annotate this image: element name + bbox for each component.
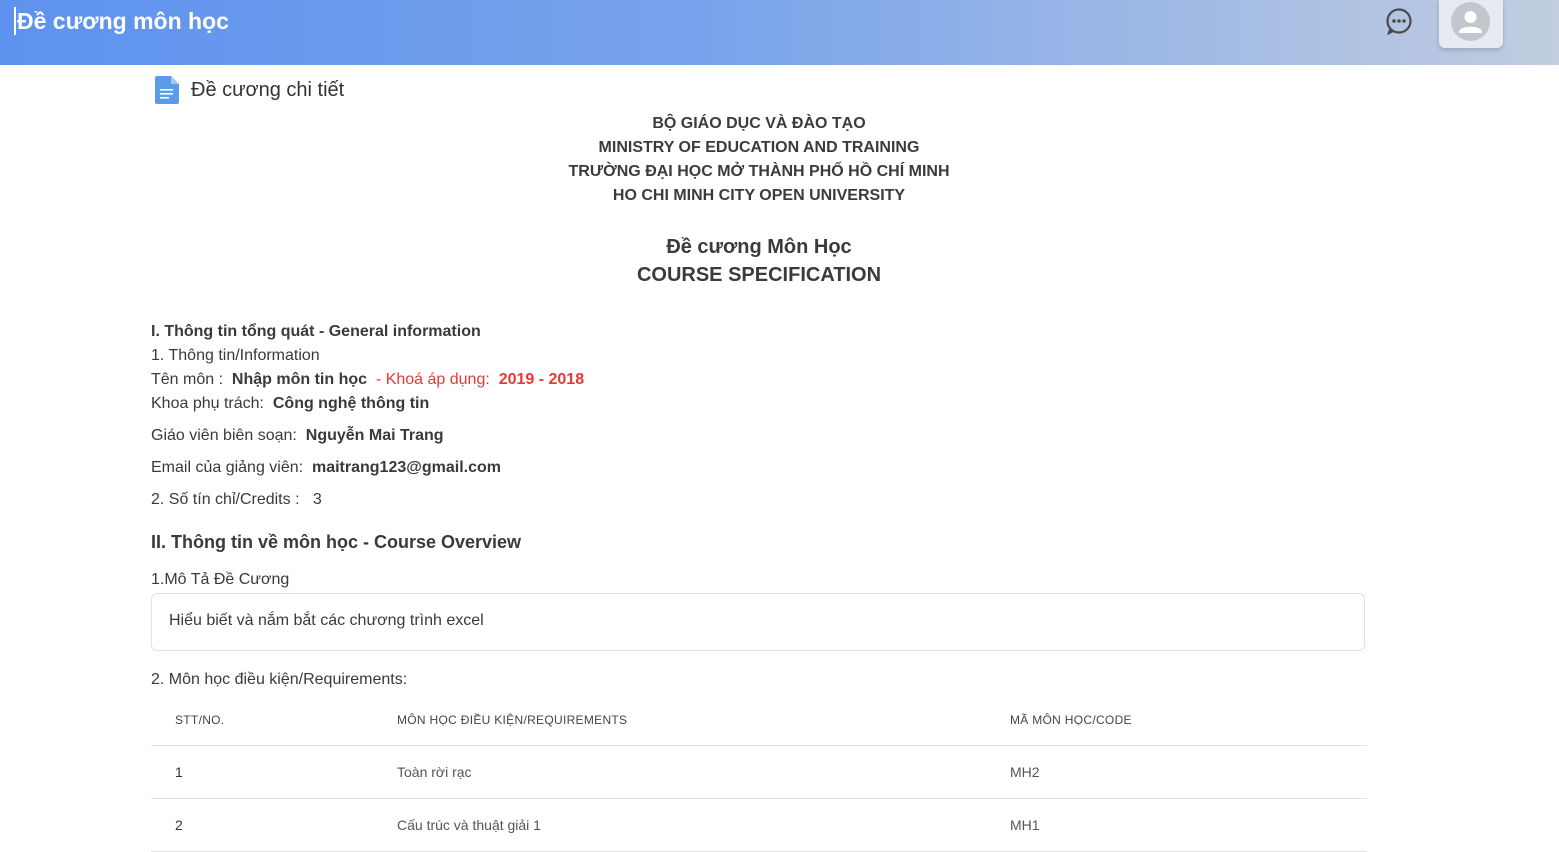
email-row: Email của giảng viên: maitrang123@gmail.… bbox=[151, 457, 501, 479]
user-avatar-button[interactable] bbox=[1439, 0, 1503, 48]
requirements-heading: 2. Môn học điều kiện/Requirements: bbox=[151, 671, 408, 688]
description-heading: 1.Mô Tả Đề Cương bbox=[151, 571, 290, 588]
document-icon bbox=[155, 76, 179, 104]
row-code: MH1 bbox=[1010, 798, 1367, 852]
university-vi: TRƯỜNG ĐẠI HỌC MỞ THÀNH PHỐ HỒ CHÍ MINH bbox=[568, 163, 950, 180]
user-avatar-icon bbox=[1451, 2, 1490, 41]
requirements-table: STT/NO. MÔN HỌC ĐIỀU KIỆN/REQUIREMENTS M… bbox=[151, 695, 1367, 852]
table-row: 1 Toàn rời rạc MH2 bbox=[151, 745, 1367, 799]
teacher-row: Giáo viên biên soạn: Nguyễn Mai Trang bbox=[151, 425, 444, 447]
ministry-vi: BỘ GIÁO DỤC VÀ ĐÀO TẠO bbox=[652, 115, 866, 132]
teacher-value: Nguyễn Mai Trang bbox=[305, 427, 444, 444]
info-heading: 1. Thông tin/Information bbox=[151, 347, 320, 364]
row-no: 2 bbox=[151, 798, 397, 852]
course-name-row: Tên môn : Nhập môn tin học - Khoá áp dụn… bbox=[151, 369, 584, 391]
table-row: 2 Cấu trúc và thuật giải 1 MH1 bbox=[151, 798, 1367, 852]
description-text: Hiểu biết và nắm bắt các chương trình ex… bbox=[169, 612, 484, 629]
faculty-label: Khoa phụ trách: bbox=[151, 395, 264, 412]
university-en: HO CHI MINH CITY OPEN UNIVERSITY bbox=[612, 187, 906, 204]
spec-title-block: Đề cương Môn Học COURSE SPECIFICATION bbox=[151, 233, 1367, 289]
spec-title-en: COURSE SPECIFICATION bbox=[636, 264, 882, 286]
row-requirement: Cấu trúc và thuật giải 1 bbox=[397, 798, 1010, 852]
row-code: MH2 bbox=[1010, 745, 1367, 799]
course-name-label: Tên môn : bbox=[151, 371, 224, 388]
email-value: maitrang123@gmail.com bbox=[311, 459, 501, 476]
institution-header: BỘ GIÁO DỤC VÀ ĐÀO TẠO MINISTRY OF EDUCA… bbox=[151, 112, 1367, 208]
email-label: Email của giảng viên: bbox=[151, 459, 304, 476]
credits-label: 2. Số tín chỉ/Credits : bbox=[151, 491, 300, 508]
spec-title-vi: Đề cương Môn Học bbox=[666, 236, 852, 258]
faculty-value: Công nghệ thông tin bbox=[272, 395, 430, 412]
row-no: 1 bbox=[151, 745, 397, 799]
section-title: Đề cương chi tiết bbox=[191, 78, 345, 101]
course-name-value: Nhập môn tin học bbox=[231, 371, 368, 388]
column-header-no: STT/NO. bbox=[151, 695, 397, 746]
general-info-heading: I. Thông tin tổng quát - General informa… bbox=[151, 323, 481, 340]
description-box: Hiểu biết và nắm bắt các chương trình ex… bbox=[151, 593, 1365, 651]
teacher-label: Giáo viên biên soạn: bbox=[151, 427, 297, 444]
section-header: Đề cương chi tiết bbox=[151, 75, 344, 105]
credits-value: 3 bbox=[312, 491, 322, 508]
row-requirement: Toàn rời rạc bbox=[397, 745, 1010, 799]
ministry-en: MINISTRY OF EDUCATION AND TRAINING bbox=[598, 139, 920, 156]
cohort-label: - Khoá áp dụng: bbox=[375, 371, 490, 388]
course-overview-heading: II. Thông tin về môn học - Course Overvi… bbox=[151, 532, 522, 552]
table-header-row: STT/NO. MÔN HỌC ĐIỀU KIỆN/REQUIREMENTS M… bbox=[151, 695, 1367, 746]
credits-row: 2. Số tín chỉ/Credits : 3 bbox=[151, 489, 322, 511]
top-app-bar: Đề cương môn học bbox=[0, 0, 1559, 65]
app-title: Đề cương môn học bbox=[14, 7, 229, 35]
faculty-row: Khoa phụ trách: Công nghệ thông tin bbox=[151, 393, 429, 415]
column-header-requirements: MÔN HỌC ĐIỀU KIỆN/REQUIREMENTS bbox=[397, 695, 1010, 746]
chat-bubble-icon[interactable] bbox=[1384, 7, 1414, 37]
column-header-code: MÃ MÔN HỌC/CODE bbox=[1010, 695, 1367, 746]
cohort-value: 2019 - 2018 bbox=[498, 371, 585, 388]
